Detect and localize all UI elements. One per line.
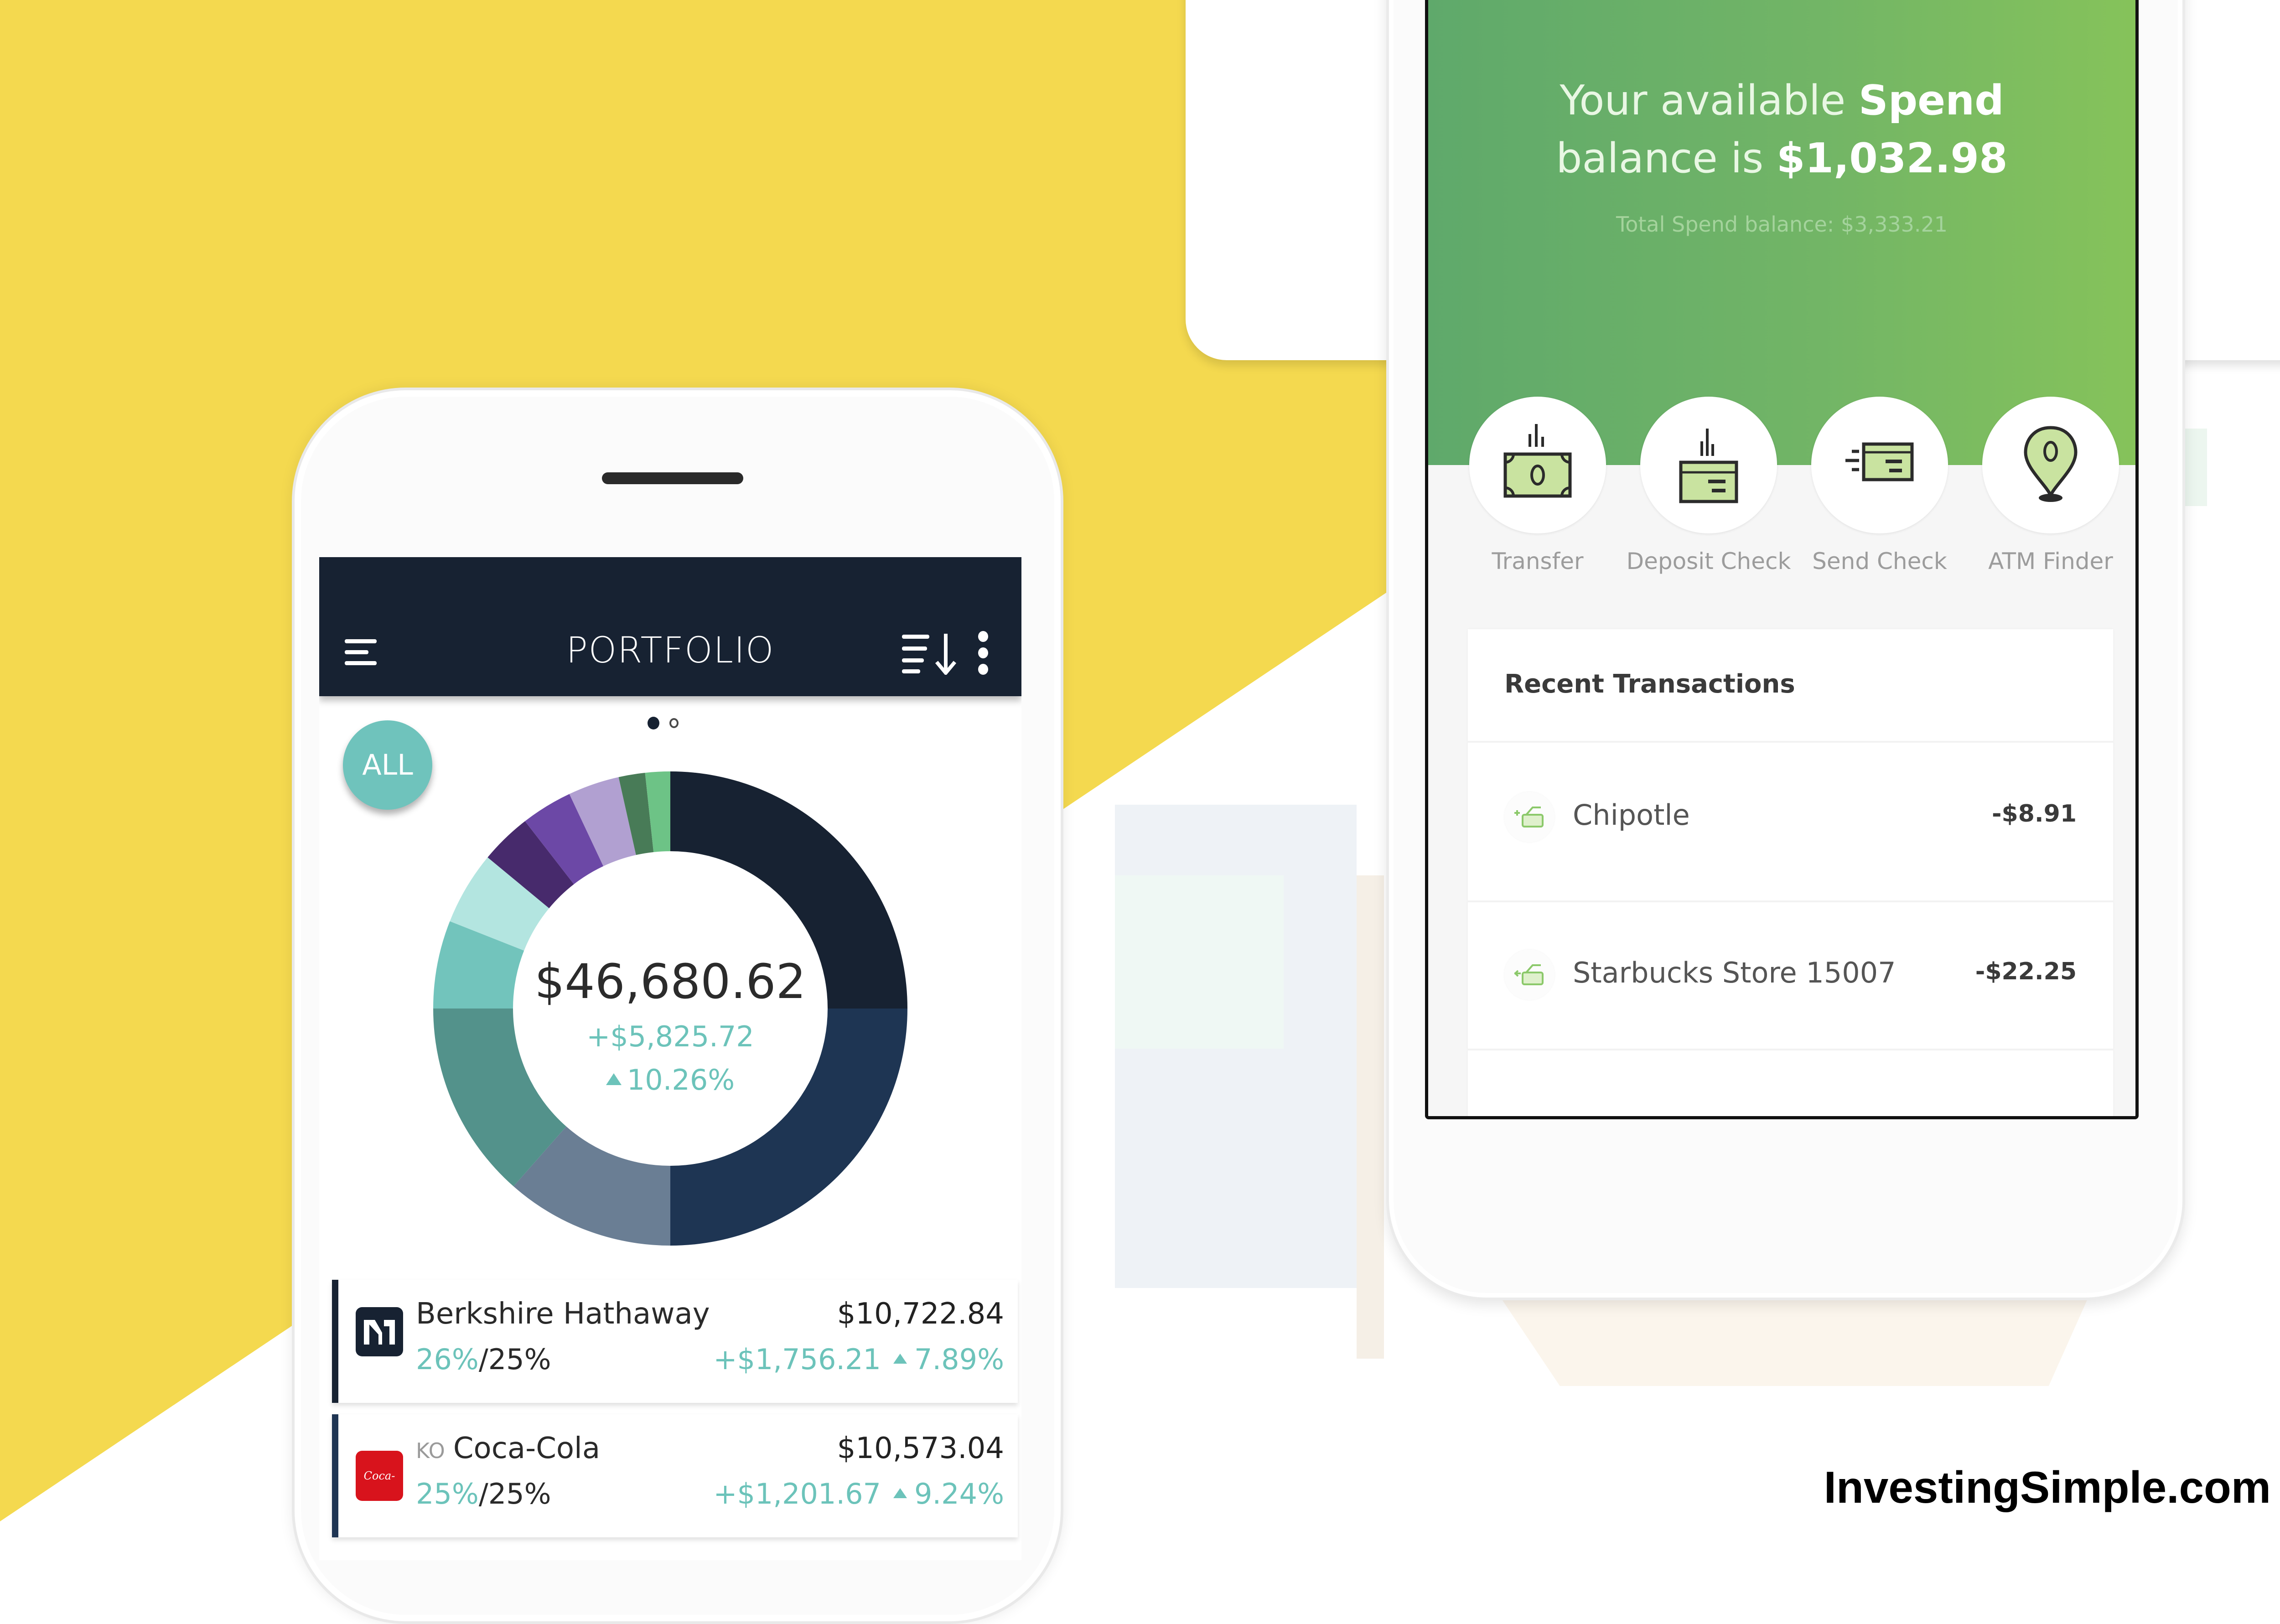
holding-allocation: 25%/25%	[416, 1477, 551, 1510]
gain-percent-value: 10.26%	[627, 1063, 735, 1096]
action-circle	[1469, 397, 1606, 533]
holding-row[interactable]: Berkshire Hathaway $10,722.84 26%/25% +$…	[332, 1280, 1018, 1403]
headline-bold: Spend	[1858, 77, 2004, 124]
phone-speaker	[602, 472, 743, 484]
holding-name: KO Coca-Cola	[416, 1432, 600, 1465]
holding-gain-percent: 9.24%	[893, 1477, 1004, 1510]
coca-cola-logo: Coca-Cola	[356, 1451, 403, 1501]
portfolio-gain-percent: 10.26%	[433, 1063, 907, 1096]
page-dot-active[interactable]	[648, 717, 659, 729]
action-deposit-check[interactable]: Deposit Check	[1627, 397, 1791, 597]
recent-transactions-card: Recent Transactions Chipotle -$8.91 Star…	[1468, 629, 2113, 1116]
transaction-merchant: Chipotle	[1573, 798, 1690, 832]
transaction-icon-wrap	[1504, 792, 1555, 842]
transaction-row[interactable]: Chipotle -$8.91	[1468, 743, 2113, 889]
action-label: Deposit Check	[1626, 548, 1791, 574]
page-dot-inactive[interactable]	[669, 718, 679, 728]
holding-name-text: Coca-Cola	[453, 1432, 601, 1465]
transaction-merchant: Starbucks Store 15007	[1573, 956, 1896, 989]
target-allocation: 25%	[488, 1343, 551, 1376]
card-payment-icon	[1514, 964, 1544, 985]
portfolio-total-value: $46,680.62	[534, 954, 806, 1009]
portfolio-app-bar: PORTFOLIO	[319, 557, 1021, 696]
action-label: ATM Finder	[1988, 548, 2113, 574]
balance-hero: Your available Spend balance is $1,032.9…	[1428, 0, 2135, 465]
holding-gain-percent: 7.89%	[893, 1343, 1004, 1376]
gain-percent-value: 7.89%	[914, 1343, 1004, 1376]
action-circle	[1640, 397, 1777, 533]
action-label: Transfer	[1492, 548, 1584, 574]
portfolio-screen: PORTFOLIO ALL $46,680.62 +$5,825.72 10.2…	[319, 557, 1021, 1560]
transaction-amount: -$22.25	[1975, 958, 2077, 985]
page-indicator	[648, 717, 684, 730]
triangle-up-icon	[606, 1073, 622, 1085]
more-vertical-icon[interactable]	[978, 631, 989, 675]
holding-value: $10,722.84	[837, 1297, 1004, 1331]
holding-gain: +$1,756.21	[713, 1343, 881, 1376]
site-watermark: InvestingSimple.com	[1824, 1462, 2271, 1512]
transaction-amount: -$8.91	[1991, 800, 2077, 828]
holding-allocation: 26%/25%	[416, 1343, 551, 1376]
current-allocation: 26%	[416, 1343, 479, 1376]
holding-row[interactable]: Coca-Cola KO Coca-Cola $10,573.04 25%/25%…	[332, 1414, 1018, 1537]
spend-screen: Your available Spend balance is $1,032.9…	[1425, 0, 2139, 1119]
balance-headline-line2: balance is $1,032.98	[1428, 134, 2135, 182]
divider	[1468, 1049, 2113, 1050]
current-allocation: 25%	[416, 1477, 479, 1510]
background-decor-block	[1115, 875, 1284, 1049]
m-letter-icon	[364, 1320, 395, 1345]
section-title: Recent Transactions	[1504, 669, 1795, 699]
headline-text: balance is	[1556, 134, 1777, 182]
map-pin-icon	[2024, 426, 2078, 502]
transaction-row[interactable]: Starbucks Store 15007 -$22.25	[1468, 900, 2113, 1046]
holding-name: Berkshire Hathaway	[416, 1297, 710, 1331]
portfolio-total-gain: +$5,825.72	[586, 1020, 754, 1053]
available-balance: $1,032.98	[1776, 134, 2008, 182]
balance-headline-line1: Your available Spend	[1428, 77, 2135, 124]
send-check-icon	[1845, 442, 1914, 481]
background-decor-block	[1357, 875, 1384, 1359]
triangle-up-icon	[893, 1353, 907, 1364]
action-send-check[interactable]: Send Check	[1809, 397, 1950, 597]
action-transfer[interactable]: Transfer	[1467, 397, 1608, 597]
deposit-check-icon	[1679, 429, 1738, 503]
holding-value: $10,573.04	[837, 1432, 1004, 1465]
transfer-money-icon	[1503, 424, 1572, 498]
holding-gain: +$1,201.67	[713, 1477, 881, 1510]
berkshire-logo	[356, 1307, 403, 1356]
card-payment-icon	[1514, 807, 1544, 828]
total-spend-balance: Total Spend balance: $3,333.21	[1616, 212, 1948, 237]
sort-descending-icon[interactable]	[902, 634, 961, 675]
headline-text: Your available	[1560, 77, 1859, 124]
filter-all-button[interactable]: ALL	[343, 720, 432, 810]
action-circle	[1982, 397, 2119, 533]
triangle-up-icon	[893, 1488, 907, 1498]
action-atm-finder[interactable]: ATM Finder	[1980, 397, 2121, 597]
action-label: Send Check	[1812, 548, 1947, 574]
holding-ticker: KO	[416, 1438, 445, 1463]
transaction-icon-wrap	[1504, 950, 1555, 1000]
action-circle	[1811, 397, 1948, 533]
target-allocation: 25%	[488, 1477, 551, 1510]
gain-percent-value: 9.24%	[914, 1477, 1004, 1510]
donut-center-summary: $46,680.62 +$5,825.72 10.26%	[433, 771, 907, 1246]
